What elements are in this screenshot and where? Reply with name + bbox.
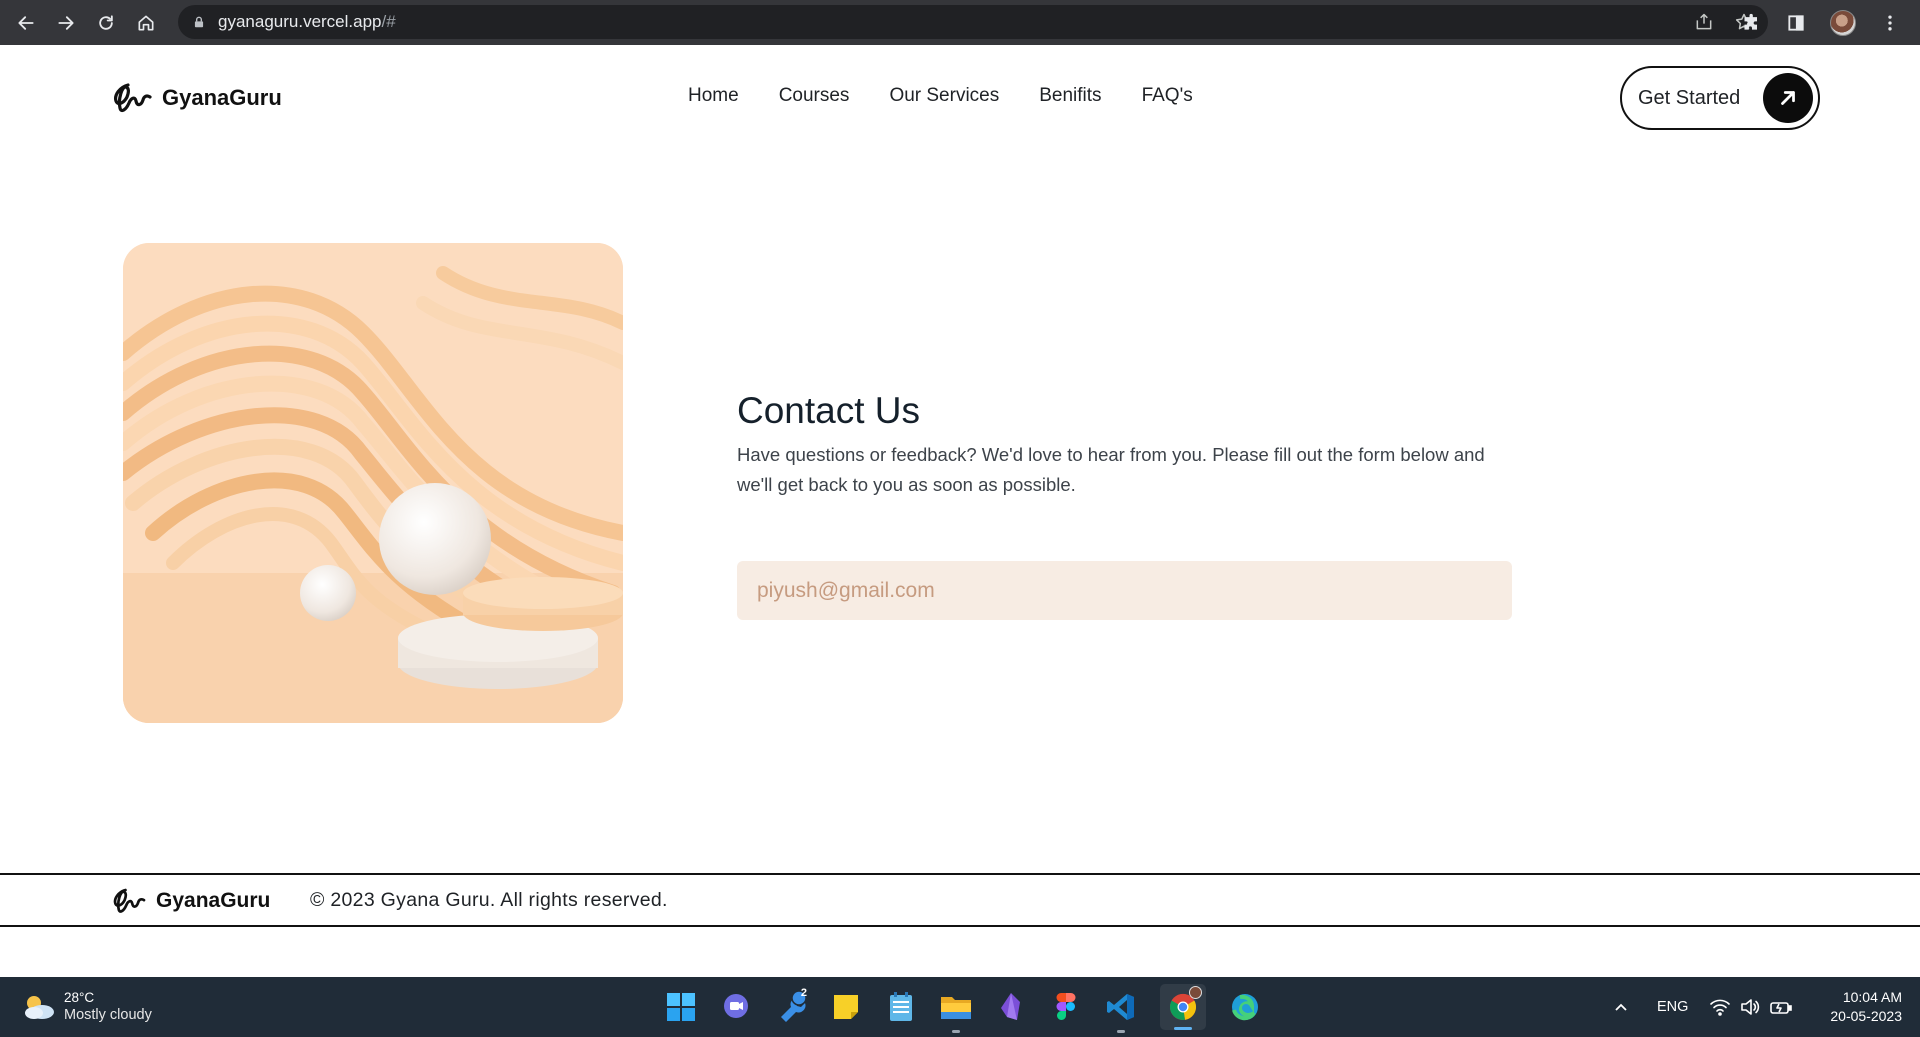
contact-illustration	[123, 243, 623, 723]
teams-chat-app[interactable]	[720, 991, 752, 1023]
clock-date: 20-05-2023	[1830, 1008, 1902, 1024]
vscode-icon	[1107, 994, 1134, 1020]
profile-badge	[1189, 986, 1202, 999]
email-field[interactable]	[737, 561, 1512, 620]
nav-benifits[interactable]: Benifits	[1039, 85, 1101, 107]
system-tray: ENG 10:04 AM 20-05-2023	[1613, 977, 1920, 1037]
extensions-icon[interactable]	[1742, 13, 1762, 33]
clock-time: 10:04 AM	[1842, 989, 1902, 1005]
nav-our-services[interactable]: Our Services	[889, 85, 999, 107]
cloudy-weather-icon	[25, 995, 54, 1019]
address-bar[interactable]: gyanaguru.vercel.app/#	[178, 5, 1768, 39]
site-footer: GyanaGuru © 2023 Gyana Guru. All rights …	[0, 873, 1920, 927]
battery-icon	[1770, 1002, 1793, 1014]
url-host: gyanaguru.vercel.app	[218, 12, 382, 31]
site-header: GyanaGuru Home Courses Our Services Beni…	[0, 45, 1920, 151]
file-explorer-app[interactable]	[940, 991, 972, 1033]
nav-faqs[interactable]: FAQ's	[1142, 85, 1193, 107]
share-icon[interactable]	[1694, 12, 1714, 32]
reload-icon	[99, 14, 113, 30]
header-logo[interactable]: GyanaGuru	[110, 79, 282, 117]
notepad-icon	[890, 992, 912, 1021]
back-button[interactable]	[6, 0, 46, 45]
brand-name: GyanaGuru	[162, 85, 282, 110]
sidepanel-icon[interactable]	[1786, 13, 1806, 33]
windows-taskbar: 28°C Mostly cloudy 2 ENG 10:04 AM 20-05-…	[0, 977, 1920, 1037]
back-arrow-icon	[18, 15, 34, 30]
windows-logo-icon	[667, 993, 695, 1021]
figma-icon	[1056, 993, 1076, 1020]
brand-logo-icon	[113, 888, 146, 913]
sticky-notes-app[interactable]	[830, 991, 862, 1023]
home-button[interactable]	[126, 0, 166, 45]
nav-home[interactable]: Home	[688, 85, 739, 107]
system-clock[interactable]: 10:04 AM 20-05-2023	[1830, 988, 1902, 1026]
lock-icon	[194, 16, 204, 28]
start-button[interactable]	[665, 991, 697, 1023]
taskbar-apps: 2	[665, 977, 1261, 1037]
vscode-app[interactable]	[1105, 991, 1137, 1033]
running-indicator	[952, 1030, 960, 1033]
browser-toolbar: gyanaguru.vercel.app/#	[0, 0, 1920, 45]
main-nav: Home Courses Our Services Benifits FAQ's	[688, 85, 1193, 107]
obsidian-app[interactable]	[995, 991, 1027, 1023]
language-indicator[interactable]: ENG	[1657, 999, 1688, 1015]
edge-app[interactable]	[1229, 991, 1261, 1023]
weather-condition: Mostly cloudy	[64, 1007, 152, 1023]
web-page: GyanaGuru Home Courses Our Services Beni…	[0, 45, 1920, 977]
copyright-text: © 2023 Gyana Guru. All rights reserved.	[310, 889, 668, 911]
reload-button[interactable]	[86, 0, 126, 45]
notification-badge: 2	[800, 987, 807, 999]
tray-icons[interactable]	[1710, 998, 1793, 1016]
get-started-button[interactable]: Get Started	[1620, 66, 1820, 130]
kebab-menu-icon[interactable]	[1880, 13, 1900, 33]
weather-widget[interactable]: 28°C Mostly cloudy	[22, 989, 152, 1024]
sticky-note-icon	[834, 995, 858, 1019]
url-path: /#	[381, 12, 396, 31]
azure-vm-app[interactable]: 2	[775, 987, 807, 1023]
chevron-up-icon[interactable]	[1613, 999, 1629, 1015]
brand-logo-icon	[114, 83, 152, 113]
wifi-icon	[1710, 999, 1731, 1016]
volume-icon	[1741, 999, 1760, 1015]
nav-courses[interactable]: Courses	[779, 85, 850, 107]
contact-title: Contact Us	[737, 390, 921, 431]
arrow-up-right-icon	[1763, 73, 1813, 123]
footer-brand-name: GyanaGuru	[156, 889, 271, 912]
weather-temperature: 28°C	[64, 990, 95, 1005]
forward-arrow-icon	[58, 15, 74, 30]
running-indicator	[1117, 1030, 1125, 1033]
footer-logo[interactable]: GyanaGuru	[110, 885, 270, 917]
chat-icon	[724, 994, 748, 1018]
profile-avatar[interactable]	[1830, 9, 1856, 36]
contact-section: Contact Us Have questions or feedback? W…	[737, 390, 1517, 500]
crystal-icon	[1001, 993, 1020, 1020]
get-started-label: Get Started	[1638, 86, 1741, 109]
running-indicator	[1174, 1027, 1192, 1030]
notepad-app[interactable]	[885, 991, 917, 1023]
folder-icon	[941, 997, 971, 1019]
forward-button[interactable]	[46, 0, 86, 45]
edge-icon	[1232, 994, 1258, 1021]
figma-app[interactable]	[1050, 991, 1082, 1023]
chrome-app[interactable]	[1160, 984, 1206, 1030]
home-icon	[138, 15, 154, 30]
contact-description: Have questions or feedback? We'd love to…	[737, 444, 1485, 495]
